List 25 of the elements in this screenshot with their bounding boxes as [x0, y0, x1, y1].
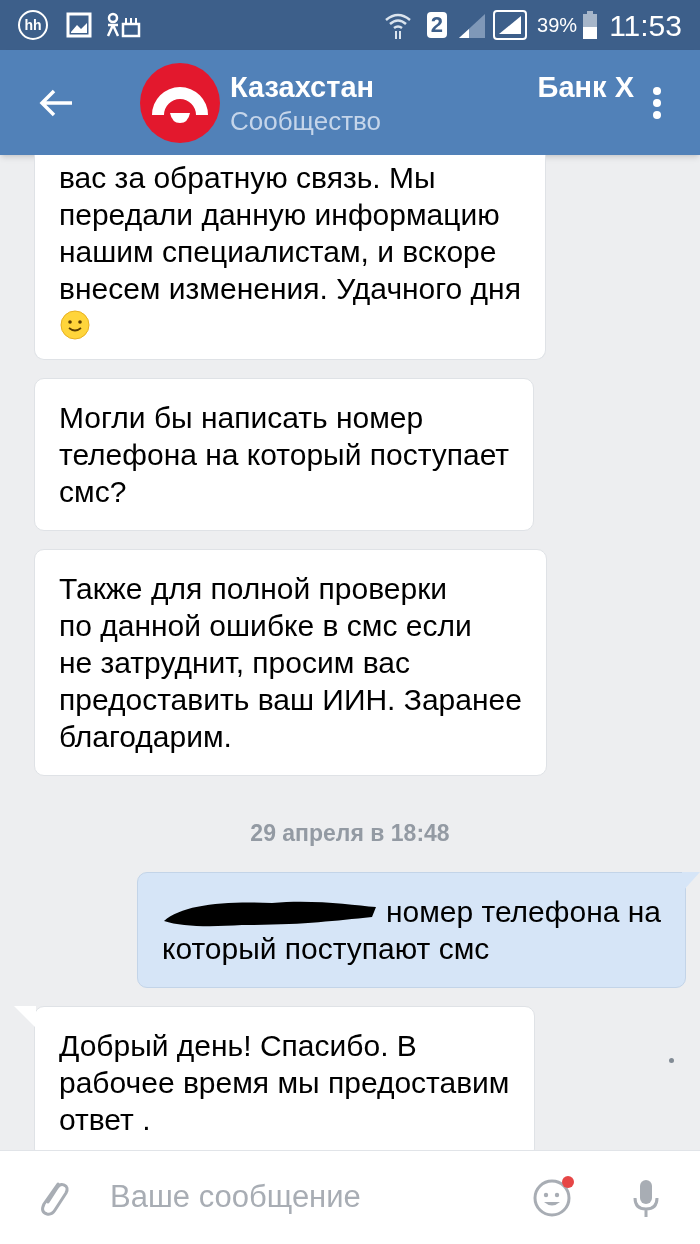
back-icon[interactable] [38, 87, 74, 118]
image-icon [66, 12, 92, 38]
app-icons [106, 12, 142, 38]
message-text: который поступают смс [161, 931, 491, 967]
battery-percent: 39% [537, 13, 578, 38]
signal-icon [493, 10, 528, 40]
message-text: Добрый день! Спасибо. В рабочее время мы предоставим ответ . [59, 1028, 510, 1138]
message-text: вас за обратную связь. Мы передали данную информацию нашим специалистам, и вскоре внесем изменения. Удачного дня [59, 160, 521, 307]
chat-title: Банк Х [537, 69, 634, 105]
battery-icon [583, 11, 598, 39]
message-text: Также для полной проверки по данной ошибке в смс если не затруднит, просим вас предоставить ваш ИИН. Заранее благодарим. [59, 571, 522, 755]
more-icon[interactable] [652, 85, 662, 120]
emoji-button[interactable] [532, 1177, 572, 1218]
microphone-icon[interactable] [632, 1177, 660, 1218]
sim-badge: 2 [426, 12, 448, 38]
community-avatar[interactable] [140, 62, 220, 143]
chat-subtitle: Сообщество [230, 104, 383, 137]
date-separator: 29 апреля в 18:48 [250, 819, 450, 848]
clock: 11:53 [609, 7, 682, 44]
message-text: Могли бы написать номер телефона на который поступает смс? [59, 400, 510, 510]
chat-title: Казахстан [230, 69, 375, 105]
hh-icon: hh [18, 10, 48, 40]
signal-icon [457, 12, 488, 38]
message-text: номер телефона на [385, 894, 661, 930]
smiley-icon [59, 309, 91, 341]
